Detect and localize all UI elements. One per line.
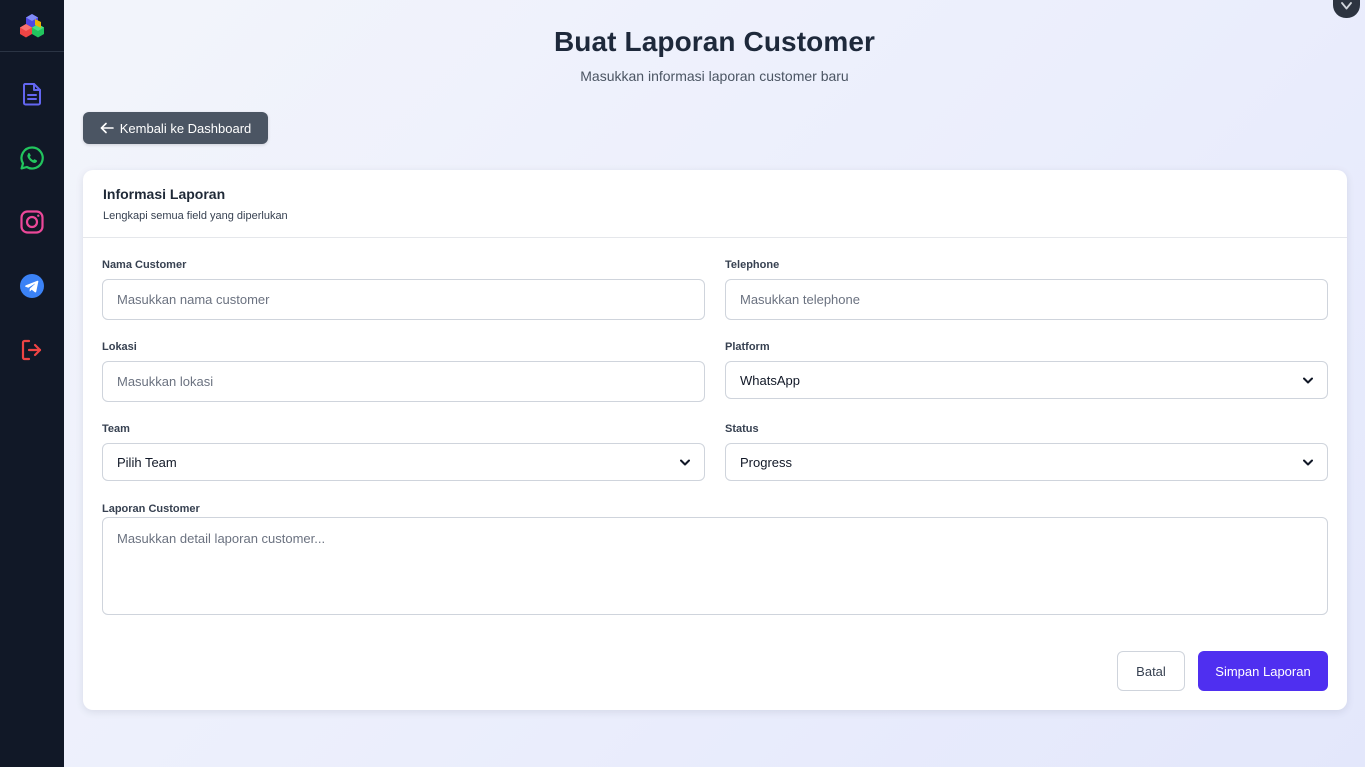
status-group: Status Progress <box>725 423 1328 483</box>
logo-area <box>0 0 64 52</box>
team-label: Team <box>102 423 130 435</box>
main-content: Buat Laporan Customer Masukkan informasi… <box>64 0 1365 767</box>
chevron-down-icon <box>680 459 690 465</box>
telephone-input[interactable] <box>725 279 1328 320</box>
page-title: Buat Laporan Customer <box>553 26 876 57</box>
laporan-group: Laporan Customer <box>102 503 1328 621</box>
logout-icon <box>21 339 42 361</box>
report-form-card: Informasi Laporan Lengkapi semua field y… <box>83 170 1347 710</box>
sidebar-item-instagram[interactable] <box>0 202 64 242</box>
nama-customer-group: Nama Customer <box>102 259 705 321</box>
laporan-label: Laporan Customer <box>102 503 200 515</box>
chevron-down-icon <box>1303 459 1313 465</box>
cancel-button[interactable]: Batal <box>1117 651 1185 691</box>
sidebar-item-reports[interactable] <box>0 74 64 114</box>
platform-select[interactable]: WhatsApp <box>725 361 1328 399</box>
card-title: Informasi Laporan <box>103 186 226 202</box>
status-select[interactable]: Progress <box>725 443 1328 481</box>
platform-selected-value: WhatsApp <box>740 372 800 388</box>
platform-group: Platform WhatsApp <box>725 341 1328 401</box>
platform-label: Platform <box>725 341 770 353</box>
sidebar-item-whatsapp[interactable] <box>0 138 64 178</box>
instagram-icon <box>20 210 44 234</box>
nama-customer-input[interactable] <box>102 279 705 320</box>
status-selected-value: Progress <box>740 454 793 470</box>
team-select[interactable]: Pilih Team <box>102 443 705 481</box>
team-selected-value: Pilih Team <box>117 454 177 470</box>
whatsapp-icon <box>20 146 44 170</box>
telegram-icon <box>20 274 44 298</box>
lokasi-group: Lokasi <box>102 341 705 403</box>
back-to-dashboard-button[interactable]: Kembali ke Dashboard <box>83 112 268 144</box>
card-header: Informasi Laporan Lengkapi semua field y… <box>83 170 1347 238</box>
card-subtitle: Lengkapi semua field yang diperlukan <box>103 210 288 222</box>
status-label: Status <box>725 423 759 435</box>
telephone-group: Telephone <box>725 259 1328 321</box>
lokasi-label: Lokasi <box>102 341 137 353</box>
lokasi-input[interactable] <box>102 361 705 402</box>
save-report-button[interactable]: Simpan Laporan <box>1198 651 1328 691</box>
laporan-textarea[interactable] <box>102 517 1328 615</box>
app-logo-icon <box>20 13 44 37</box>
sidebar <box>0 0 64 767</box>
team-group: Team Pilih Team <box>102 423 705 483</box>
arrow-left-icon <box>100 122 114 134</box>
document-icon <box>23 83 41 106</box>
telephone-label: Telephone <box>725 259 780 271</box>
corner-toggle-button[interactable] <box>1333 0 1360 18</box>
chevron-down-icon <box>1303 377 1313 383</box>
chevron-down-icon <box>1341 2 1352 10</box>
back-button-label: Kembali ke Dashboard <box>119 120 252 136</box>
nama-customer-label: Nama Customer <box>102 259 187 271</box>
sidebar-item-logout[interactable] <box>0 330 64 370</box>
sidebar-item-telegram[interactable] <box>0 266 64 306</box>
page-subtitle: Masukkan informasi laporan customer baru <box>580 68 849 84</box>
